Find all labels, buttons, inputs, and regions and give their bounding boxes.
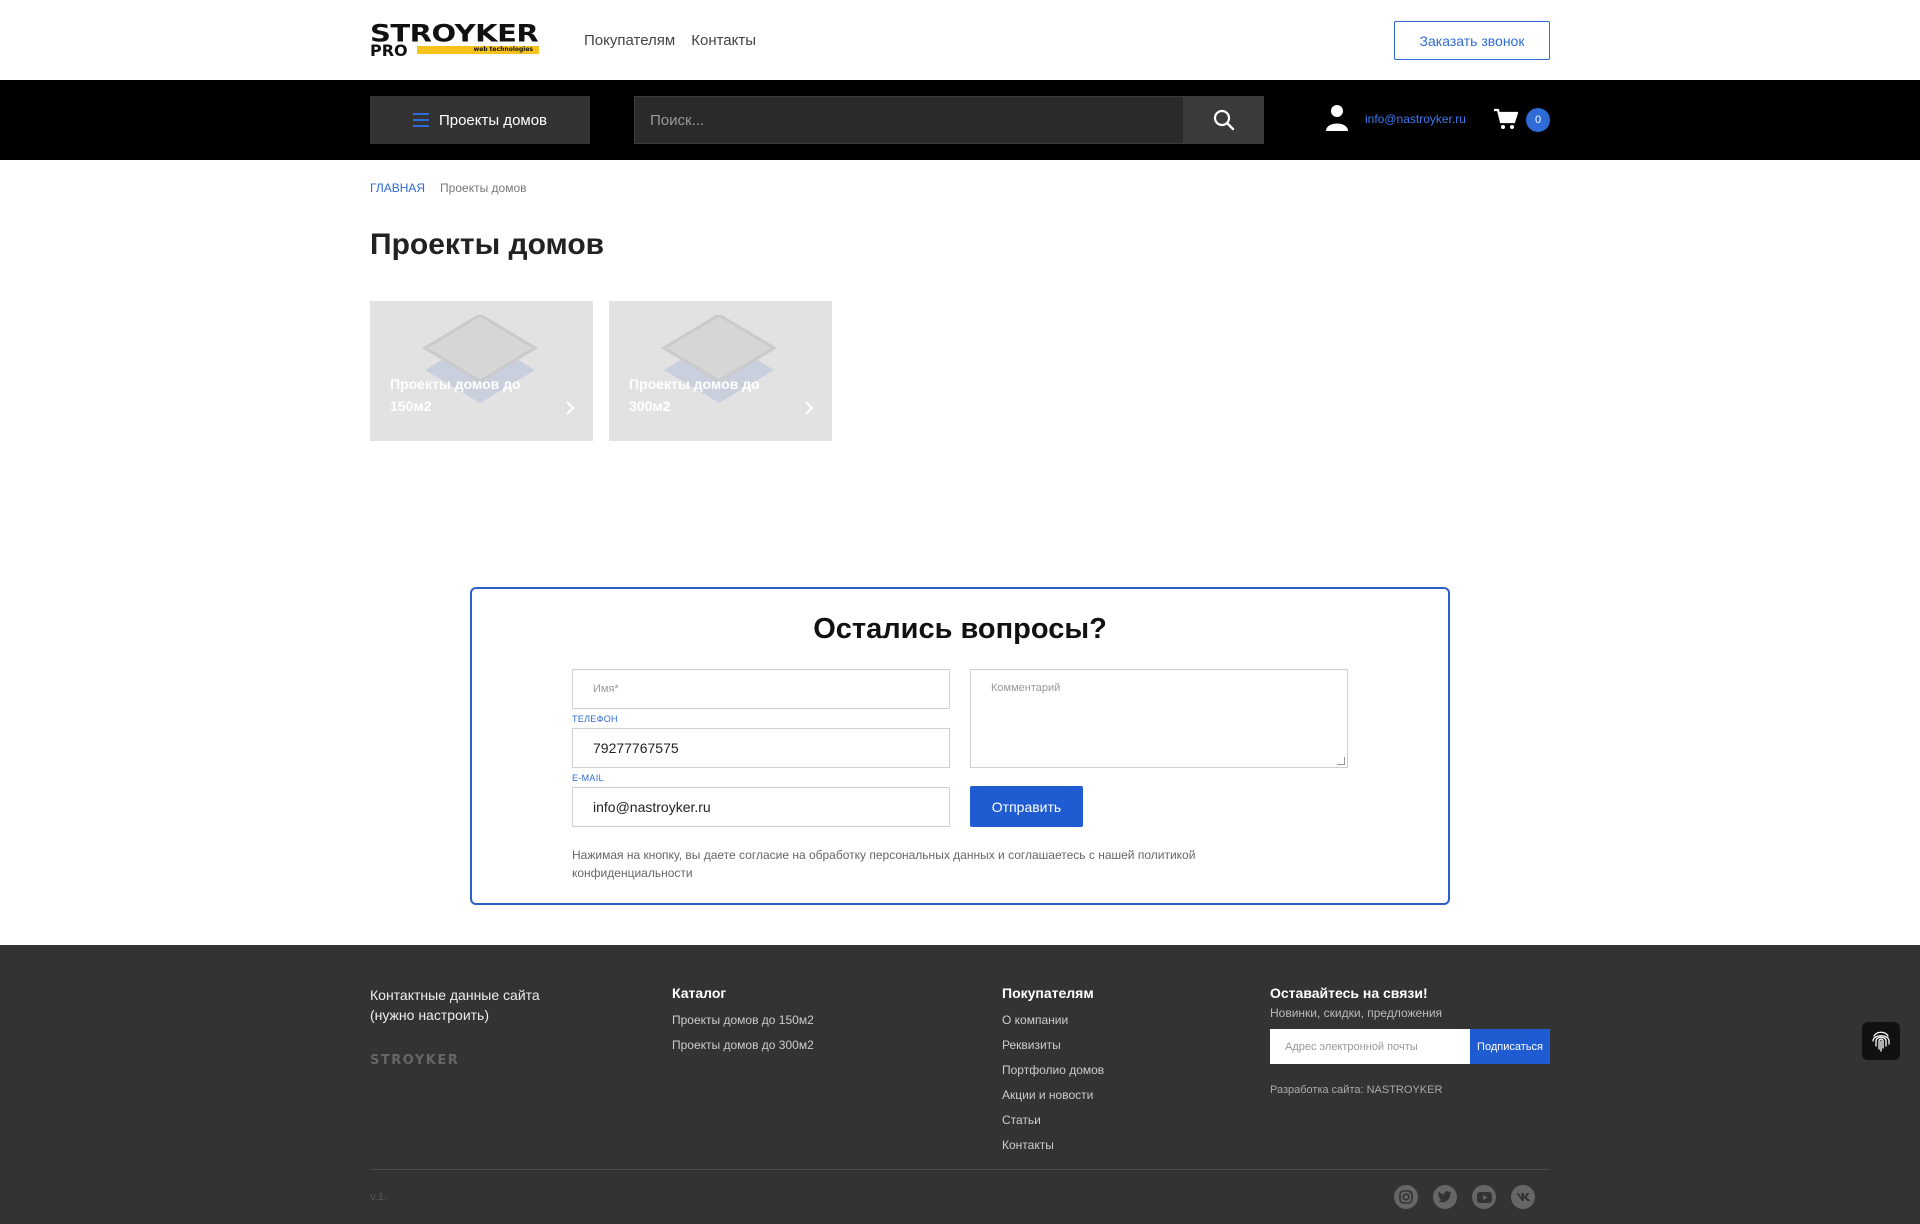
subscribe-subtitle: Новинки, скидки, предложения	[1270, 1006, 1443, 1020]
phone-label: ТЕЛЕФОН	[572, 714, 618, 724]
category-card-label: Проекты домов до 150м2	[390, 376, 521, 414]
category-card-label: Проекты домов до 300м2	[629, 376, 760, 414]
footer-link[interactable]: Портфолио домов	[1002, 1062, 1104, 1078]
footer-logo[interactable]: STROYKER	[370, 1054, 459, 1067]
comment-field[interactable]: Комментарий	[970, 669, 1348, 768]
subscribe-title: Оставайтесь на связи!	[1270, 985, 1428, 1001]
nav-link-contacts[interactable]: Контакты	[691, 32, 756, 49]
questions-form: Остались вопросы? Имя* ТЕЛЕФОН 792777675…	[470, 587, 1450, 905]
fingerprint-widget-button[interactable]	[1862, 1022, 1900, 1060]
footer-link[interactable]: Акции и новости	[1002, 1087, 1104, 1103]
subscribe-email-input[interactable]: Адрес электронной почты	[1270, 1029, 1470, 1064]
chevron-right-icon	[566, 401, 575, 415]
nav-link-buyers[interactable]: Покупателям	[584, 32, 675, 49]
search-button[interactable]	[1184, 96, 1264, 144]
form-title: Остались вопросы?	[813, 613, 1107, 645]
main-toolbar: Проекты домов	[0, 80, 1920, 160]
search-input[interactable]	[634, 96, 1184, 144]
logo-tagline: web technologies	[417, 46, 539, 54]
fingerprint-icon	[1872, 1031, 1890, 1052]
category-card-300[interactable]: Проекты домов до 300м2	[609, 301, 832, 441]
footer-link[interactable]: Реквизиты	[1002, 1037, 1104, 1053]
catalog-menu-button[interactable]: Проекты домов	[370, 96, 590, 144]
footer-link[interactable]: Контакты	[1002, 1137, 1104, 1153]
footer-link[interactable]: Статьи	[1002, 1112, 1104, 1128]
submit-button[interactable]: Отправить	[970, 786, 1083, 827]
name-field[interactable]: Имя*	[572, 669, 950, 709]
breadcrumb-current: Проекты домов	[440, 181, 527, 195]
footer-divider	[370, 1169, 1550, 1170]
header-email-link[interactable]: info@nastroyker.ru	[1365, 112, 1466, 126]
footer-buyers-title: Покупателям	[1002, 985, 1094, 1001]
footer-contacts: Контактные данные сайта (нужно настроить…	[370, 987, 540, 1023]
logo-subtext: PRO	[370, 41, 408, 60]
cart-count-badge: 0	[1526, 108, 1550, 132]
site-logo[interactable]: STROYKER PRO web technologies	[370, 22, 540, 60]
footer-link[interactable]: О компании	[1002, 1012, 1104, 1028]
user-icon[interactable]	[1326, 104, 1348, 132]
breadcrumb: ГЛАВНАЯ Проекты домов	[370, 181, 527, 195]
footer-link[interactable]: Проекты домов до 150м2	[672, 1012, 814, 1028]
subscribe-button[interactable]: Подписаться	[1470, 1029, 1550, 1064]
twitter-icon[interactable]	[1433, 1185, 1457, 1209]
email-label: E-MAIL	[572, 773, 604, 783]
instagram-icon[interactable]	[1394, 1185, 1418, 1209]
footer-catalog-title: Каталог	[672, 985, 727, 1001]
menu-icon	[412, 113, 429, 127]
footer: Контактные данные сайта (нужно настроить…	[0, 945, 1920, 1224]
cart-icon[interactable]	[1494, 108, 1518, 130]
footer-buyers: Покупателям О компании Реквизиты Портфол…	[1002, 985, 1104, 1162]
social-links	[1394, 1185, 1535, 1209]
footer-catalog: Каталог Проекты домов до 150м2 Проекты д…	[672, 985, 814, 1062]
phone-field[interactable]: 79277767575	[572, 728, 950, 768]
version-label: v.1.	[370, 1191, 387, 1203]
consent-text: Нажимая на кнопку, вы даете согласие на …	[572, 848, 1196, 880]
order-call-button[interactable]: Заказать звонок	[1394, 21, 1550, 60]
search-icon	[1213, 109, 1235, 131]
search-bar	[634, 96, 1264, 144]
breadcrumb-home[interactable]: ГЛАВНАЯ	[370, 181, 425, 195]
top-nav: Покупателям Контакты	[584, 32, 756, 49]
category-card-150[interactable]: Проекты домов до 150м2	[370, 301, 593, 441]
developer-credit[interactable]: Разработка сайта: NASTROYKER	[1270, 1084, 1442, 1096]
email-field[interactable]: info@nastroyker.ru	[572, 787, 950, 827]
catalog-menu-label: Проекты домов	[438, 111, 548, 129]
top-header: STROYKER PRO web technologies Покупателя…	[0, 0, 1920, 80]
vk-icon[interactable]	[1511, 1185, 1535, 1209]
youtube-icon[interactable]	[1472, 1185, 1496, 1209]
footer-link[interactable]: Проекты домов до 300м2	[672, 1037, 814, 1053]
page-title: Проекты домов	[370, 228, 605, 261]
chevron-right-icon	[805, 401, 814, 415]
comment-placeholder: Комментарий	[991, 682, 1061, 694]
resize-handle-icon[interactable]	[1337, 757, 1345, 765]
